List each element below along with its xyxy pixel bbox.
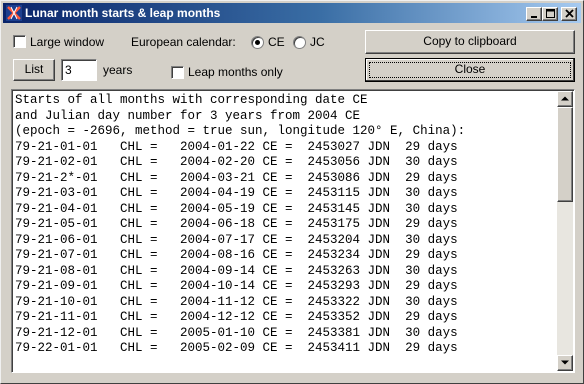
results-row: 79-21-04-01 CHL = 2004-05-19 CE = 245314… <box>15 201 458 216</box>
close-icon <box>565 9 574 18</box>
title-bar[interactable]: Lunar month starts & leap months <box>3 3 581 23</box>
app-icon <box>6 5 22 21</box>
jc-radio[interactable] <box>293 36 306 49</box>
jc-radio-label: JC <box>310 35 325 49</box>
results-text: Starts of all months with corresponding … <box>15 93 465 357</box>
maximize-icon <box>546 9 555 18</box>
results-row: 79-21-06-01 CHL = 2004-07-17 CE = 245320… <box>15 232 458 247</box>
copy-to-clipboard-label: Copy to clipboard <box>423 34 517 48</box>
list-button-label: List <box>24 62 44 76</box>
arrow-down-icon <box>561 360 569 365</box>
results-row: 79-21-11-01 CHL = 2004-12-12 CE = 245335… <box>15 310 458 324</box>
years-input[interactable]: 3 <box>61 59 97 81</box>
leap-months-only-checkbox[interactable] <box>171 66 184 79</box>
results-row: 79-21-09-01 CHL = 2004-10-14 CE = 245329… <box>15 279 458 293</box>
scrollbar-thumb[interactable] <box>557 107 573 202</box>
scroll-up-button[interactable] <box>557 91 573 107</box>
list-button[interactable]: List <box>13 59 55 81</box>
vertical-scrollbar[interactable] <box>557 91 573 371</box>
results-row: 79-21-05-01 CHL = 2004-06-18 CE = 245317… <box>15 217 458 231</box>
results-row: 79-21-08-01 CHL = 2004-09-14 CE = 245326… <box>15 263 458 278</box>
arrow-up-icon <box>561 96 569 101</box>
window-title: Lunar month starts & leap months <box>25 6 221 20</box>
results-row: 79-21-07-01 CHL = 2004-08-16 CE = 245323… <box>15 248 458 262</box>
results-row: 79-21-2*-01 CHL = 2004-03-21 CE = 245308… <box>15 170 458 185</box>
results-row: 79-22-01-01 CHL = 2005-02-09 CE = 245341… <box>15 341 458 355</box>
results-header-line: and Julian day number for 3 years from 2… <box>15 108 361 123</box>
years-label: years <box>103 63 133 77</box>
large-window-checkbox[interactable] <box>13 35 26 48</box>
minimize-button[interactable] <box>526 7 542 21</box>
results-header-line: (epoch = -2696, method = true sun, longi… <box>15 124 466 138</box>
leap-months-only-label: Leap months only <box>188 65 283 79</box>
app-window: Lunar month starts & leap months Large w… <box>0 0 584 384</box>
results-row: 79-21-03-01 CHL = 2004-04-19 CE = 245311… <box>15 186 458 200</box>
ce-radio-label: CE <box>268 35 285 49</box>
scroll-down-button[interactable] <box>557 355 573 371</box>
large-window-label: Large window <box>30 35 105 49</box>
ce-radio-selected-dot <box>255 40 260 45</box>
close-button-label: Close <box>454 62 486 76</box>
results-row: 79-21-01-01 CHL = 2004-01-22 CE = 245302… <box>15 139 458 154</box>
calendar-label: European calendar: <box>131 35 236 49</box>
copy-to-clipboard-button[interactable]: Copy to clipboard <box>365 30 575 54</box>
close-window-button[interactable] <box>561 7 577 21</box>
results-row: 79-21-10-01 CHL = 2004-11-12 CE = 245332… <box>15 294 458 309</box>
results-textarea[interactable]: Starts of all months with corresponding … <box>11 89 575 373</box>
close-button[interactable]: Close <box>365 58 575 82</box>
minimize-icon <box>531 16 537 18</box>
results-row: 79-21-12-01 CHL = 2005-01-10 CE = 245338… <box>15 325 458 340</box>
ce-radio[interactable] <box>251 36 264 49</box>
maximize-button[interactable] <box>542 7 558 21</box>
results-header-line: Starts of all months with corresponding … <box>15 93 368 107</box>
results-row: 79-21-02-01 CHL = 2004-02-20 CE = 245305… <box>15 155 458 169</box>
